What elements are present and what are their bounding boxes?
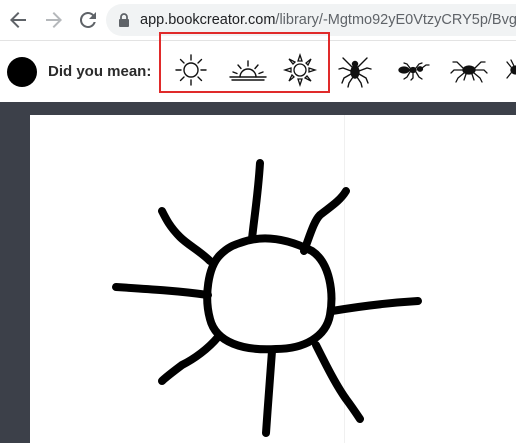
sun-rays-icon — [282, 52, 318, 88]
did-you-mean-label: Did you mean: — [48, 63, 152, 80]
sun-icon — [175, 54, 207, 86]
spider-icon — [338, 57, 372, 88]
editor-workspace — [0, 102, 516, 443]
suggestion-sun-rays[interactable] — [277, 47, 323, 93]
url-path: /library/-Mgtmo92yE0VtzyCRY5p/Bvgjg — [275, 12, 516, 28]
suggestion-sun[interactable] — [168, 47, 214, 93]
ant-icon — [398, 62, 430, 81]
suggestion-ant[interactable] — [390, 47, 436, 93]
reload-icon — [79, 11, 96, 28]
reload-button[interactable] — [76, 8, 100, 32]
suggestion-spider[interactable] — [332, 47, 378, 93]
forward-button[interactable] — [42, 8, 66, 32]
sun-doodle-drawing — [112, 159, 422, 437]
suggestion-spider-wide[interactable] — [446, 47, 492, 93]
back-button[interactable] — [6, 8, 30, 32]
sunrise-icon — [229, 60, 267, 81]
autodraw-suggestion-bar: Did you mean: — [0, 32, 516, 102]
back-arrow-icon — [10, 12, 26, 28]
insect-icon — [506, 59, 516, 79]
lock-icon — [119, 13, 129, 27]
spider-wide-icon — [450, 61, 488, 83]
current-color-swatch[interactable] — [7, 57, 37, 87]
url-text: app.bookcreator.com/library/-Mgtmo92yE0V… — [140, 11, 516, 29]
suggestion-sunrise[interactable] — [225, 47, 271, 93]
forward-arrow-icon — [46, 12, 62, 28]
url-domain: app.bookcreator.com — [140, 12, 276, 28]
suggestion-insect[interactable] — [502, 47, 516, 93]
book-page-canvas[interactable] — [30, 115, 516, 443]
